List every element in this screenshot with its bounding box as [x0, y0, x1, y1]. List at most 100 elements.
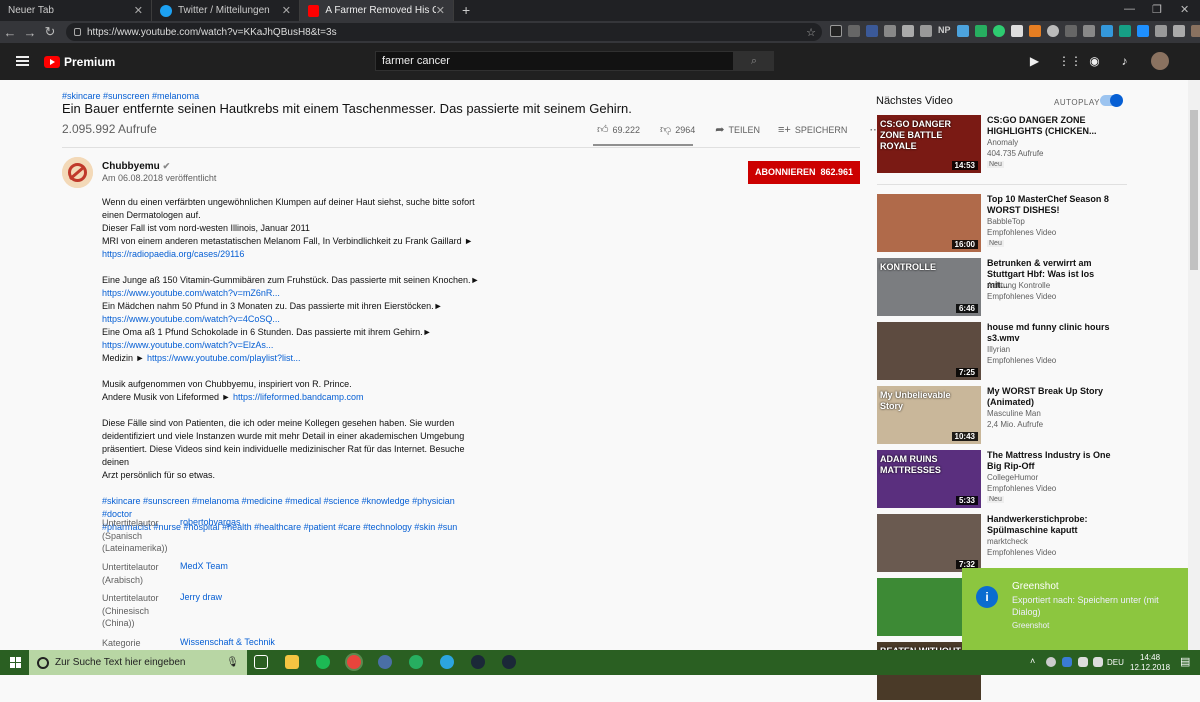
recommended-title[interactable]: CS:GO DANGER ZONE HIGHLIGHTS (CHICKEN...: [987, 115, 1115, 137]
thumbs-up-icon[interactable]: 👍︎: [597, 123, 609, 136]
extension-icon[interactable]: [1046, 25, 1059, 37]
dislike-count[interactable]: 2964: [675, 125, 695, 135]
file-explorer-icon[interactable]: [285, 655, 299, 669]
tray-icon[interactable]: [1062, 657, 1072, 667]
messages-icon[interactable]: ◉: [1088, 55, 1101, 68]
video-thumbnail[interactable]: KONTROLLE 6:46: [877, 258, 981, 316]
recommended-title[interactable]: Top 10 MasterChef Season 8 WORST DISHES!: [987, 194, 1115, 216]
recommended-title[interactable]: house md funny clinic hours s3.wmv: [987, 322, 1115, 344]
create-video-icon[interactable]: ▶: [1028, 55, 1041, 68]
bandcamp-link[interactable]: https://lifeformed.bandcamp.com: [233, 392, 364, 402]
recommended-video[interactable]: 7:25 house md funny clinic hours s3.wmv Il…: [877, 322, 1127, 382]
video-thumbnail[interactable]: CS:GO DANGER ZONE BATTLE ROYALE 14:53: [877, 115, 981, 173]
system-clock[interactable]: 14:48 12.12.2018: [1130, 653, 1170, 673]
extension-icon[interactable]: [992, 25, 1005, 37]
profile-avatar-icon[interactable]: [1190, 25, 1200, 37]
autoplay-toggle[interactable]: [1100, 94, 1123, 107]
task-view-icon[interactable]: [254, 655, 268, 669]
user-avatar[interactable]: [1151, 52, 1169, 70]
action-center-icon[interactable]: ▤: [1180, 655, 1190, 668]
greenshot-notification[interactable]: i Greenshot Exportiert nach: Speichern u…: [962, 568, 1188, 650]
extension-icon[interactable]: [974, 25, 987, 37]
apps-grid-icon[interactable]: ⋮⋮: [1058, 55, 1082, 68]
close-icon[interactable]: ✕: [282, 4, 291, 17]
playlist-link[interactable]: https://www.youtube.com/playlist?list...: [147, 353, 301, 363]
extension-icon[interactable]: [920, 25, 932, 37]
recommended-channel[interactable]: CollegeHumor: [987, 473, 1038, 482]
extension-icon[interactable]: [866, 25, 878, 37]
volume-icon[interactable]: [1093, 657, 1103, 667]
recommended-video[interactable]: 16:00 Top 10 MasterChef Season 8 WORST DI…: [877, 194, 1127, 254]
share-icon[interactable]: ➦: [715, 123, 724, 136]
tab-twitter[interactable]: Twitter / Mitteilungen ✕: [152, 0, 300, 21]
video-link[interactable]: https://www.youtube.com/watch?v=4CoSQ...: [102, 314, 280, 324]
recommended-video[interactable]: CS:GO DANGER ZONE BATTLE ROYALE 14:53 CS:G…: [877, 115, 1127, 175]
close-icon[interactable]: ✕: [436, 4, 445, 17]
youtube-logo[interactable]: Premium: [44, 55, 115, 69]
extension-icon[interactable]: [1136, 25, 1149, 37]
forward-icon[interactable]: →: [20, 25, 40, 40]
reload-icon[interactable]: ↻: [40, 24, 60, 40]
app-icon[interactable]: [409, 655, 423, 669]
close-icon[interactable]: ✕: [134, 4, 143, 17]
notifications-bell-icon[interactable]: ♪: [1118, 55, 1131, 68]
recommended-channel[interactable]: Masculine Man: [987, 409, 1041, 418]
extension-icon[interactable]: [902, 25, 914, 37]
extension-icon[interactable]: [830, 25, 842, 37]
telegram-icon[interactable]: [440, 655, 454, 669]
chrome-icon[interactable]: [347, 655, 361, 669]
channel-name[interactable]: Chubbyemu ✔: [102, 161, 170, 172]
address-bar[interactable]: https://www.youtube.com/watch?v=KKaJhQBu…: [66, 23, 822, 41]
network-icon[interactable]: [1078, 657, 1088, 667]
recommended-video[interactable]: My Unbelievable Story 10:43 My WORST Break…: [877, 386, 1127, 446]
extension-icon[interactable]: [884, 25, 896, 37]
recommended-video[interactable]: ADAM RUINS MATTRESSES 5:33 The Mattress In…: [877, 450, 1127, 510]
extension-icon[interactable]: [848, 25, 860, 37]
minimize-icon[interactable]: —: [1124, 3, 1135, 15]
tray-chevron-icon[interactable]: ˄: [1030, 656, 1035, 666]
np-extension-icon[interactable]: NP: [938, 25, 951, 38]
meta-value-link[interactable]: MedX Team: [180, 561, 228, 571]
extension-icon[interactable]: [1082, 25, 1095, 37]
windows-start-icon[interactable]: [10, 657, 21, 668]
video-thumbnail[interactable]: 7:32: [877, 514, 981, 572]
extension-icon[interactable]: [1172, 25, 1185, 37]
extension-icon[interactable]: [1100, 25, 1113, 37]
meta-value-link[interactable]: robertohvargas: [180, 517, 241, 527]
bookmark-star-icon[interactable]: ☆: [806, 26, 816, 39]
subscribe-button[interactable]: ABONNIEREN 862.961: [748, 161, 860, 184]
recommended-channel[interactable]: Anomaly: [987, 138, 1018, 147]
thumbs-down-icon[interactable]: 👎︎: [660, 123, 671, 136]
share-button[interactable]: TEILEN: [728, 125, 760, 135]
scrollbar-thumb[interactable]: [1190, 110, 1198, 270]
steam-icon[interactable]: [471, 655, 485, 669]
video-link[interactable]: https://www.youtube.com/watch?v=mZ6nR...: [102, 288, 280, 298]
recommended-title[interactable]: My WORST Break Up Story (Animated): [987, 386, 1115, 408]
search-input[interactable]: farmer cancer: [375, 51, 734, 71]
video-thumbnail[interactable]: My Unbelievable Story 10:43: [877, 386, 981, 444]
video-thumbnail[interactable]: ADAM RUINS MATTRESSES 5:33: [877, 450, 981, 508]
page-scrollbar[interactable]: [1188, 80, 1200, 650]
video-thumbnail[interactable]: 7:25: [877, 322, 981, 380]
like-count[interactable]: 69.222: [613, 125, 641, 135]
steam-icon[interactable]: [502, 655, 516, 669]
maximize-icon[interactable]: ❐: [1152, 3, 1162, 16]
meta-value-link[interactable]: Wissenschaft & Technik: [180, 637, 275, 647]
tray-icon[interactable]: [1046, 657, 1056, 667]
save-button[interactable]: SPEICHERN: [795, 125, 848, 135]
recommended-title[interactable]: Handwerkerstichprobe: Spülmaschine kaput…: [987, 514, 1115, 536]
tab-youtube[interactable]: A Farmer Removed His Own Skin ✕: [300, 0, 454, 21]
extension-icon[interactable]: [1028, 25, 1041, 37]
spotify-icon[interactable]: [316, 655, 330, 669]
microphone-icon[interactable]: 🎙︎: [226, 657, 239, 668]
taskbar-search[interactable]: Zur Suche Text hier eingeben 🎙︎: [29, 650, 247, 675]
extension-icon[interactable]: [1118, 25, 1131, 37]
extension-icon[interactable]: [1010, 25, 1023, 37]
search-button[interactable]: ⌕: [734, 51, 774, 71]
language-indicator[interactable]: DEU: [1107, 658, 1124, 667]
recommended-video[interactable]: 7:32 Handwerkerstichprobe: Spülmaschine k…: [877, 514, 1127, 574]
recommended-video[interactable]: KONTROLLE 6:46 Betrunken & verwirrt am Stu…: [877, 258, 1127, 318]
recommended-title[interactable]: The Mattress Industry is One Big Rip-Off: [987, 450, 1115, 472]
tab-new-tab[interactable]: Neuer Tab ✕: [0, 0, 152, 21]
recommended-channel[interactable]: Illyrian: [987, 345, 1010, 354]
